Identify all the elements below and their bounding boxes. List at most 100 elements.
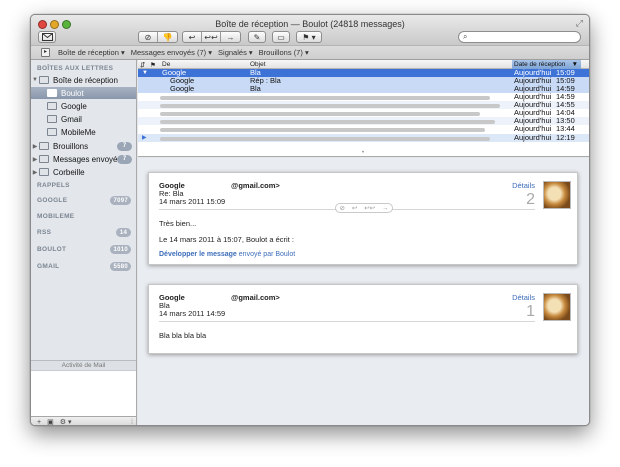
sidebar-item-inbox[interactable]: ▼ Boîte de réception [31, 74, 136, 86]
thread-disclosure-icon[interactable]: ▶ [142, 134, 147, 142]
avatar [543, 181, 571, 209]
activity-panel [31, 371, 136, 416]
date-column-label: Date de réception [514, 61, 566, 68]
mailboxes-header: BOÎTES AUX LETTRES [37, 65, 114, 72]
boulot-header[interactable]: BOULOT 1010 [37, 245, 131, 254]
mobileme-header[interactable]: MOBILEME [37, 213, 74, 220]
sidebar-item-sent[interactable]: ▶ Messages envoyés 7 [31, 153, 136, 165]
fav-flagged[interactable]: Signalés ▾ [218, 48, 253, 57]
sidebar-item-trash[interactable]: ▶ Corbeille [31, 166, 136, 178]
unread-badge: 5580 [110, 262, 131, 271]
expand-message-link[interactable]: Développer le message envoyé par Boulot [159, 251, 295, 258]
mail-window: Boîte de réception — Boulot (24818 messa… [30, 14, 590, 426]
sort-icon[interactable]: ⇵ [140, 61, 145, 69]
action-menu-button[interactable]: ⚙ ▾ [60, 418, 72, 425]
fullscreen-icon[interactable]: ⤢ [576, 18, 583, 29]
google-header[interactable]: GOOGLE 7097 [37, 196, 131, 205]
message-card[interactable]: Google @gmail.com> Re: Bla 14 mars 2011 … [148, 172, 578, 265]
thread-disclosure-icon[interactable]: ▼ [142, 69, 148, 77]
compose-button[interactable]: ✎ [248, 31, 266, 43]
window-title: Boîte de réception — Boulot (24818 messa… [215, 19, 405, 29]
row-day: Aujourd'hui [514, 124, 552, 133]
account-label: BOULOT [37, 246, 67, 253]
sidebar-item-drafts[interactable]: ▶ Brouillons 7 [31, 140, 136, 152]
inbox-icon [47, 102, 57, 110]
conversation-view: Google @gmail.com> Re: Bla 14 mars 2011 … [138, 158, 589, 425]
resize-handle-icon[interactable]: ⁞ [131, 419, 133, 426]
sidebar-item-boulot[interactable]: Boulot [31, 87, 136, 99]
search-icon: ⌕ [463, 32, 468, 41]
rss-header[interactable]: RSS 14 [37, 228, 131, 237]
message-card[interactable]: Google @gmail.com> Bla 14 mars 2011 14:5… [148, 284, 578, 354]
message-sender-address: @gmail.com> [231, 181, 280, 190]
details-link[interactable]: Détails [512, 181, 535, 190]
sidebar-item-label: Gmail [61, 114, 82, 124]
sidebar-item-label: Google [61, 101, 87, 111]
sent-icon [39, 155, 49, 163]
fav-sent[interactable]: Messages envoyés (7) ▾ [131, 48, 212, 57]
inbox-icon [47, 115, 57, 123]
sidebar: BOÎTES AUX LETTRES ▼ Boîte de réception … [31, 60, 137, 426]
account-label: GMAIL [37, 263, 60, 270]
unread-badge: 1010 [110, 245, 131, 254]
activity-bar[interactable]: Activité de Mail [31, 360, 136, 371]
search-input[interactable]: ⌕ [458, 31, 581, 43]
expand-link-rest: envoyé par Boulot [238, 251, 296, 258]
message-quote-header: Le 14 mars 2011 à 15:07, Boulot a écrit … [159, 235, 294, 244]
message-sender-address: @gmail.com> [231, 293, 280, 302]
reply-icon[interactable]: ↩ [352, 204, 357, 212]
reply-all-icon[interactable]: ↩↩ [364, 204, 375, 212]
from-column-header[interactable]: De [162, 61, 170, 68]
sidebar-item-mobileme[interactable]: MobileMe [31, 126, 136, 138]
expand-link-bold: Développer le message [159, 251, 237, 258]
delete-icon[interactable]: ⊘ [339, 204, 344, 212]
flag-button[interactable]: ⚑ ▾ [296, 31, 322, 43]
sidebar-bottom-bar: + ▣ ⚙ ▾ ⁞ [31, 416, 136, 426]
message-date: 14 mars 2011 15:09 [159, 197, 226, 206]
message-list: ⇵ ⚑ De Objet Date de réception ▼ ▼ Googl… [138, 60, 589, 157]
rappels-header[interactable]: RAPPELS [37, 182, 70, 189]
list-item[interactable]: Aujourd'hui 13:44 [138, 124, 589, 133]
header-divider [159, 321, 535, 322]
show-mailboxes-button[interactable]: ▸ [41, 48, 50, 57]
flag-column-icon[interactable]: ⚑ [150, 61, 156, 69]
message-date: 14 mars 2011 14:59 [159, 309, 226, 318]
forward-button[interactable]: → [221, 32, 240, 42]
show-activity-button[interactable]: ▣ [47, 418, 54, 425]
redacted-text [160, 128, 485, 132]
redacted-text [160, 96, 490, 100]
delete-button[interactable]: ⊘ [139, 32, 158, 42]
list-item[interactable]: ▶ Aujourd'hui 12:19 [138, 134, 589, 142]
redacted-text [160, 137, 490, 141]
unread-badge: 7097 [110, 196, 131, 205]
get-mail-button[interactable] [38, 31, 56, 43]
note-button[interactable]: ▭ [272, 31, 290, 43]
message-number: 1 [526, 303, 535, 320]
add-mailbox-button[interactable]: + [37, 419, 41, 426]
disclosure-closed-icon[interactable]: ▶ [31, 156, 39, 163]
envelope-icon [41, 33, 53, 41]
forward-icon[interactable]: → [382, 205, 389, 212]
reply-button[interactable]: ↩ [183, 32, 202, 42]
sidebar-item-gmail[interactable]: Gmail [31, 113, 136, 125]
message-number: 2 [526, 191, 535, 208]
drafts-icon [39, 142, 49, 150]
details-link[interactable]: Détails [512, 293, 535, 302]
gmail-header[interactable]: GMAIL 5580 [37, 262, 131, 271]
disclosure-open-icon[interactable]: ▼ [31, 77, 39, 83]
inbox-icon [47, 89, 57, 97]
fav-inbox[interactable]: Boîte de réception ▾ [58, 48, 125, 57]
fav-drafts[interactable]: Brouillons (7) ▾ [259, 48, 309, 57]
splitter-handle-icon[interactable]: • [362, 150, 364, 156]
sidebar-item-google[interactable]: Google [31, 100, 136, 112]
avatar [543, 293, 571, 321]
reply-group: ↩ ↩↩ → [182, 31, 241, 43]
sidebar-item-label: Messages envoyés [53, 154, 122, 164]
junk-button[interactable]: 👎 [158, 32, 177, 42]
row-subject: Bla [250, 84, 261, 93]
favorites-bar: ▸ Boîte de réception ▾ Messages envoyés … [31, 45, 589, 60]
disclosure-closed-icon[interactable]: ▶ [31, 169, 39, 176]
reply-all-button[interactable]: ↩↩ [202, 32, 221, 42]
subject-column-header[interactable]: Objet [250, 61, 266, 68]
disclosure-closed-icon[interactable]: ▶ [31, 143, 39, 150]
